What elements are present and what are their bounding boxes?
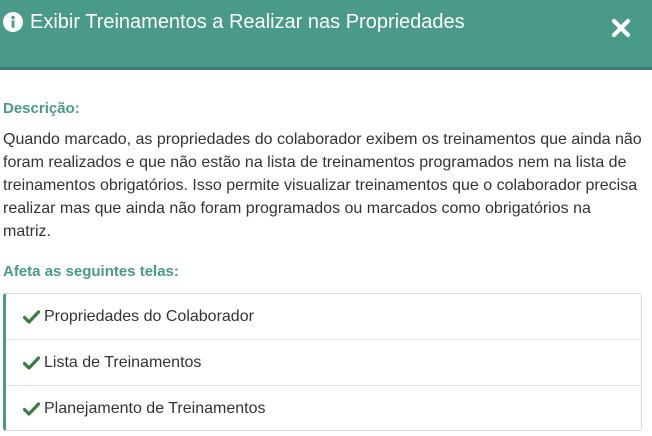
modal-title: Exibir Treinamentos a Realizar nas Propr… — [3, 10, 465, 34]
check-icon — [22, 355, 41, 370]
close-x-icon[interactable] — [611, 18, 631, 43]
description-label: Descrição: — [3, 100, 80, 117]
list-item: Planejamento de Treinamentos — [6, 386, 641, 432]
list-item: Lista de Treinamentos — [6, 340, 641, 386]
description-text: Quando marcado, as propriedades do colab… — [3, 131, 642, 240]
close-button[interactable] — [609, 18, 633, 42]
list-item-label: Lista de Treinamentos — [44, 353, 202, 371]
check-icon — [22, 309, 41, 324]
modal-header: Exibir Treinamentos a Realizar nas Propr… — [0, 0, 652, 70]
list-item-label: Planejamento de Treinamentos — [44, 400, 266, 417]
affected-screens-label: Afeta as seguintes telas: — [3, 263, 179, 280]
affected-screens-list: Propriedades do Colaborador Lista de Tre… — [3, 293, 642, 431]
check-icon — [22, 402, 41, 416]
list-item: Propriedades do Colaborador — [6, 294, 641, 340]
list-item-label: Propriedades do Colaborador — [44, 307, 254, 325]
info-circle-icon — [3, 12, 23, 32]
modal-dialog: Exibir Treinamentos a Realizar nas Propr… — [0, 0, 652, 436]
modal-title-text: Exibir Treinamentos a Realizar nas Propr… — [30, 11, 465, 33]
